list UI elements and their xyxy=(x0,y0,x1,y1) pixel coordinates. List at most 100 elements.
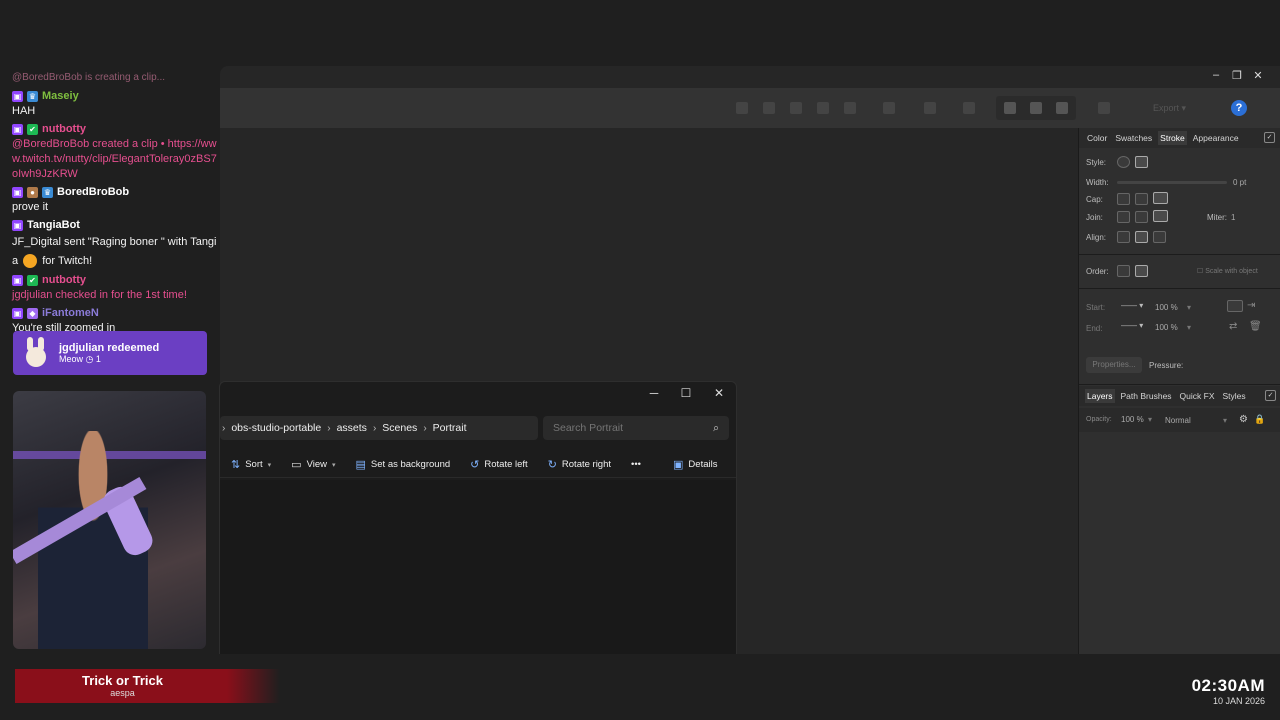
align-center-icon[interactable] xyxy=(1117,231,1130,243)
search-input[interactable] xyxy=(553,422,693,434)
scale-with-object-checkbox[interactable]: ☐ Scale with object xyxy=(1197,267,1258,275)
tab-styles[interactable]: Styles xyxy=(1221,389,1248,403)
stroke-front-icon[interactable] xyxy=(1135,265,1148,277)
close-icon[interactable]: ✕ xyxy=(1250,69,1266,82)
arrange-front-icon[interactable] xyxy=(1056,102,1068,114)
brush-stroke-icon[interactable] xyxy=(1171,156,1184,168)
breadcrumb-portrait[interactable]: Portrait xyxy=(427,422,473,434)
align-icon[interactable] xyxy=(736,102,748,114)
width-value[interactable]: 0 pt xyxy=(1233,178,1246,187)
align-outside-icon[interactable] xyxy=(1153,231,1166,243)
tab-path-brushes[interactable]: Path Brushes xyxy=(1119,389,1174,403)
tab-quick-fx[interactable]: Quick FX xyxy=(1178,389,1217,403)
butt-cap-icon[interactable] xyxy=(1117,193,1130,205)
end-scale-value[interactable]: 100 % xyxy=(1155,323,1178,332)
start-scale-caret-icon[interactable]: ▾ xyxy=(1187,303,1191,312)
transform-icon[interactable] xyxy=(763,102,775,114)
redeem-alert: jgdjulian redeemed Meow ◷ 1 xyxy=(13,331,207,375)
arrange-back-icon[interactable] xyxy=(1004,102,1016,114)
start-scale-value[interactable]: 100 % xyxy=(1155,303,1178,312)
boolean-subtract-icon[interactable] xyxy=(844,102,856,114)
chevron-down-icon: ▾ xyxy=(267,461,272,469)
undo-icon[interactable] xyxy=(1098,102,1110,114)
start-arrow-select[interactable]: —— ▾ xyxy=(1121,301,1143,310)
distribute-icon[interactable] xyxy=(963,102,975,114)
square-cap-icon[interactable] xyxy=(1153,192,1168,204)
check-badge-icon: ✔ xyxy=(27,275,38,286)
breadcrumb-assets[interactable]: assets xyxy=(331,422,373,434)
minimize-icon[interactable]: ‒ xyxy=(1208,69,1224,81)
help-icon[interactable]: ? xyxy=(1231,100,1247,116)
sort-button[interactable]: ⇅ Sort ▾ xyxy=(222,458,280,471)
stroke-behind-icon[interactable] xyxy=(1117,265,1130,277)
rotate-right-label: Rotate right xyxy=(561,459,612,470)
align-inside-icon[interactable] xyxy=(1135,231,1148,243)
miter-join-icon[interactable] xyxy=(1117,211,1130,223)
bevel-join-icon[interactable] xyxy=(1153,210,1168,222)
chat-username: TangiaBot xyxy=(27,219,80,231)
details-button[interactable]: ▣ Details xyxy=(664,458,726,471)
settings-gear-icon[interactable]: ⚙ xyxy=(1239,414,1248,425)
properties-button[interactable]: Properties... xyxy=(1086,357,1142,373)
boolean-add-icon[interactable] xyxy=(817,102,829,114)
style-label: Style: xyxy=(1086,158,1107,167)
close-icon[interactable]: ✕ xyxy=(709,386,729,400)
blend-mode-select[interactable]: Normal xyxy=(1165,416,1191,425)
snap-icon[interactable] xyxy=(883,102,895,114)
search-icon[interactable]: ⌕ xyxy=(713,422,719,435)
arrange-forward-icon[interactable] xyxy=(1030,102,1042,114)
pressure-label: Pressure: xyxy=(1149,361,1184,370)
tab-color[interactable]: Color xyxy=(1085,131,1109,145)
width-slider[interactable] xyxy=(1117,181,1227,184)
breadcrumb-scenes[interactable]: Scenes xyxy=(376,422,423,434)
no-stroke-icon[interactable] xyxy=(1117,156,1130,168)
collapse-panel-icon[interactable]: ✓ xyxy=(1265,390,1276,401)
miter-value[interactable]: 1 xyxy=(1231,213,1235,222)
opacity-caret-icon[interactable]: ▾ xyxy=(1148,415,1152,424)
solid-stroke-icon[interactable] xyxy=(1135,156,1148,168)
tab-swatches[interactable]: Swatches xyxy=(1113,131,1154,145)
opacity-label: Opacity: xyxy=(1086,416,1112,423)
lock-icon[interactable]: 🔒 xyxy=(1254,414,1265,425)
now-playing-widget: Trick or Trick aespa xyxy=(15,669,280,703)
background-icon: ▤ xyxy=(355,459,366,471)
shape-icon[interactable] xyxy=(790,102,802,114)
chat-message: ▣ ✔ nutbotty @BoredBroBob created a clip… xyxy=(12,122,220,182)
delete-icon[interactable]: 🗑 xyxy=(1249,321,1262,332)
tab-stroke[interactable]: Stroke xyxy=(1158,131,1187,145)
blend-mode-caret-icon[interactable]: ▾ xyxy=(1223,416,1227,425)
set-as-background-button[interactable]: ▤ Set as background xyxy=(347,458,460,471)
end-scale-caret-icon[interactable]: ▾ xyxy=(1187,323,1191,332)
text-icon[interactable] xyxy=(924,102,936,114)
chat-username: Maseiy xyxy=(42,90,79,102)
song-artist: aespa xyxy=(110,688,135,698)
minimize-icon[interactable]: ─ xyxy=(644,386,664,400)
export-button[interactable]: Export ▾ xyxy=(1153,103,1186,114)
tab-appearance[interactable]: Appearance xyxy=(1191,131,1241,145)
rotate-right-button[interactable]: ↻ Rotate right xyxy=(539,458,620,471)
tab-layers[interactable]: Layers xyxy=(1085,389,1115,403)
dash-stroke-icon[interactable] xyxy=(1153,156,1166,168)
file-list-area[interactable] xyxy=(220,480,736,654)
sort-label: Sort xyxy=(245,459,263,470)
more-options-button[interactable]: ••• xyxy=(622,459,650,470)
end-arrow-select[interactable]: —— ▾ xyxy=(1121,321,1143,330)
swap-arrows-icon[interactable]: ⇄ xyxy=(1229,321,1237,332)
breadcrumb-obs-studio-portable[interactable]: obs-studio-portable xyxy=(225,422,327,434)
view-icon: ▭ xyxy=(291,459,302,471)
rotate-left-button[interactable]: ↺ Rotate left xyxy=(461,458,537,471)
chat-text: prove it xyxy=(12,201,49,213)
collapse-panel-icon[interactable]: ✓ xyxy=(1264,132,1275,143)
chat-message: ▣ ● ♛ BoredBroBob prove it xyxy=(12,185,220,215)
arrowhead-icon[interactable]: ⇥ xyxy=(1247,300,1255,311)
maximize-icon[interactable]: ☐ xyxy=(676,386,696,400)
view-button[interactable]: ▭ View ▾ xyxy=(282,458,344,471)
arrow-scissor-icon[interactable] xyxy=(1227,300,1243,312)
opacity-value[interactable]: 100 % xyxy=(1121,415,1144,424)
address-bar[interactable]: › obs-studio-portable › assets › Scenes … xyxy=(220,416,538,440)
round-join-icon[interactable] xyxy=(1135,211,1148,223)
chevron-down-icon: ▾ xyxy=(332,461,336,469)
clock-icon: ◷ xyxy=(85,353,94,364)
restore-icon[interactable]: ❐ xyxy=(1229,69,1245,82)
round-cap-icon[interactable] xyxy=(1135,193,1148,205)
